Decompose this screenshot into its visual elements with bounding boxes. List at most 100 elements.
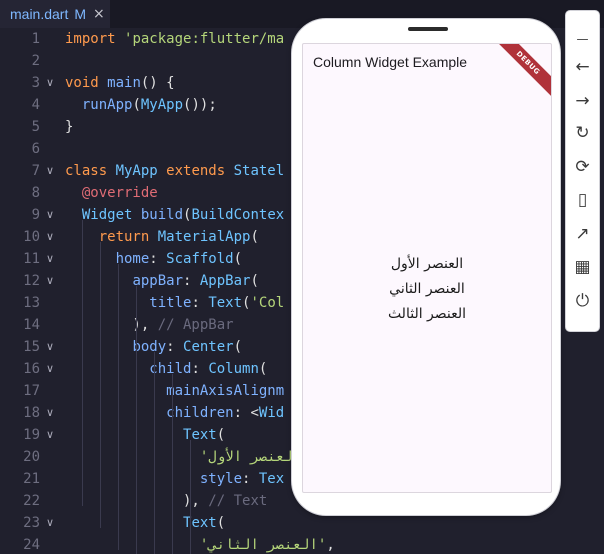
code-token: build [140, 207, 184, 223]
fold-chevron-icon[interactable]: ∨ [46, 226, 54, 248]
column-item-3: العنصر الثالث [387, 306, 467, 322]
code-token: Scaffold [166, 251, 234, 267]
code-token: ( [132, 97, 141, 113]
line-number: 13 [23, 295, 40, 311]
code-token: 'العنصر الأول [199, 449, 302, 465]
phone-notch [408, 27, 448, 31]
code-token: Text [183, 427, 217, 443]
fold-chevron-icon[interactable]: ∨ [46, 358, 54, 380]
back-icon[interactable]: ← [570, 53, 595, 81]
rotate-icon[interactable]: ↻ [570, 119, 595, 147]
line-number: 11 [23, 251, 40, 267]
code-token: // Text [208, 493, 268, 509]
code-token: mainAxisAlignm [166, 383, 285, 399]
phone-icon[interactable]: ▯ [570, 186, 595, 214]
indent-guide [190, 440, 191, 554]
code-token: ( [233, 339, 243, 355]
line-number: 5 [31, 119, 40, 135]
tab-main-dart[interactable]: main.dart M × [0, 0, 110, 28]
line-number: 15 [23, 339, 40, 355]
rotate-device-icon[interactable]: ⟳ [570, 153, 595, 181]
code-text: ), // AppBar [65, 314, 233, 336]
code-token: @override [81, 185, 158, 201]
code-token: 'package:flutter/ma [124, 31, 285, 47]
code-token: : [242, 471, 259, 487]
debug-banner: DEBUG [491, 44, 551, 100]
code-text: appBar: AppBar( [65, 270, 259, 292]
fold-chevron-icon[interactable]: ∨ [46, 512, 54, 534]
close-icon[interactable]: × [93, 6, 105, 22]
fold-chevron-icon[interactable]: ∨ [46, 204, 54, 226]
code-token: style [199, 471, 243, 487]
code-text: } [65, 116, 73, 138]
code-token: MyApp [115, 163, 167, 179]
code-token: ), [65, 317, 158, 333]
code-text: @override [65, 182, 158, 204]
code-token: title [149, 295, 192, 311]
open-external-icon[interactable]: ↗ [570, 220, 595, 248]
code-token: children [166, 405, 234, 421]
code-token: , [326, 537, 335, 553]
code-token: child [149, 361, 192, 377]
fold-chevron-icon[interactable]: ∨ [46, 270, 54, 292]
phone-emulator: Column Widget Example DEBUG العنصر الأول… [292, 19, 560, 515]
tab-modified-status: M [74, 6, 87, 22]
code-token: Tex [258, 471, 285, 487]
code-line[interactable]: 23 ∨ Text( [0, 512, 604, 534]
code-token: main [107, 75, 141, 91]
code-token: ( [258, 361, 268, 377]
emulator-toolbar: — ← → ↻ ⟳ ▯ ↗ ▦ ⏻ [566, 11, 599, 331]
code-line[interactable]: 24 'العنصر الثاني', [0, 534, 604, 554]
code-text: return MaterialApp( [65, 226, 259, 248]
line-number: 8 [31, 185, 40, 201]
code-token: : [149, 251, 167, 267]
forward-icon[interactable]: → [570, 87, 595, 115]
code-token: Statel [233, 163, 285, 179]
code-token: ( [250, 273, 259, 289]
indent-guide [82, 220, 83, 506]
indent-guide [118, 264, 119, 550]
app-screen[interactable]: Column Widget Example DEBUG العنصر الأول… [302, 43, 552, 493]
code-text: children: <Wid [65, 402, 284, 424]
code-token: : [191, 295, 209, 311]
code-token: ( [233, 251, 243, 267]
code-token: Column [208, 361, 259, 377]
appbar-title: Column Widget Example [313, 54, 468, 70]
fold-chevron-icon[interactable]: ∨ [46, 424, 54, 446]
code-text: ), // Text [65, 490, 267, 512]
code-text: runApp(MyApp()); [65, 94, 217, 116]
fold-chevron-icon[interactable]: ∨ [46, 248, 54, 270]
power-icon[interactable]: ⏻ [570, 287, 595, 315]
code-token: home [115, 251, 150, 267]
line-number: 6 [31, 141, 40, 157]
indent-guide [136, 286, 137, 554]
line-number: 12 [23, 273, 40, 289]
code-token: ( [250, 229, 259, 245]
code-token: appBar [132, 273, 184, 289]
fold-chevron-icon[interactable]: ∨ [46, 72, 54, 94]
code-text: home: Scaffold( [65, 248, 242, 270]
tab-filename: main.dart [10, 6, 69, 22]
code-text: Widget build(BuildContex [65, 204, 284, 226]
code-token: ()); [183, 97, 217, 113]
minimize-icon[interactable]: — [570, 25, 595, 53]
fold-chevron-icon[interactable]: ∨ [46, 336, 54, 358]
code-token: return [98, 229, 158, 245]
code-token: AppBar [199, 273, 251, 289]
qr-code-icon[interactable]: ▦ [570, 253, 595, 281]
fold-chevron-icon[interactable]: ∨ [46, 160, 54, 182]
column-widget: العنصر الأول العنصر الثاني العنصر الثالث [303, 252, 551, 327]
code-token: : < [233, 405, 259, 421]
line-number: 10 [23, 229, 40, 245]
indent-guide [154, 352, 155, 554]
line-number: 23 [23, 515, 40, 531]
fold-chevron-icon[interactable]: ∨ [46, 402, 54, 424]
line-number: 17 [23, 383, 40, 399]
code-token: Text [208, 295, 243, 311]
